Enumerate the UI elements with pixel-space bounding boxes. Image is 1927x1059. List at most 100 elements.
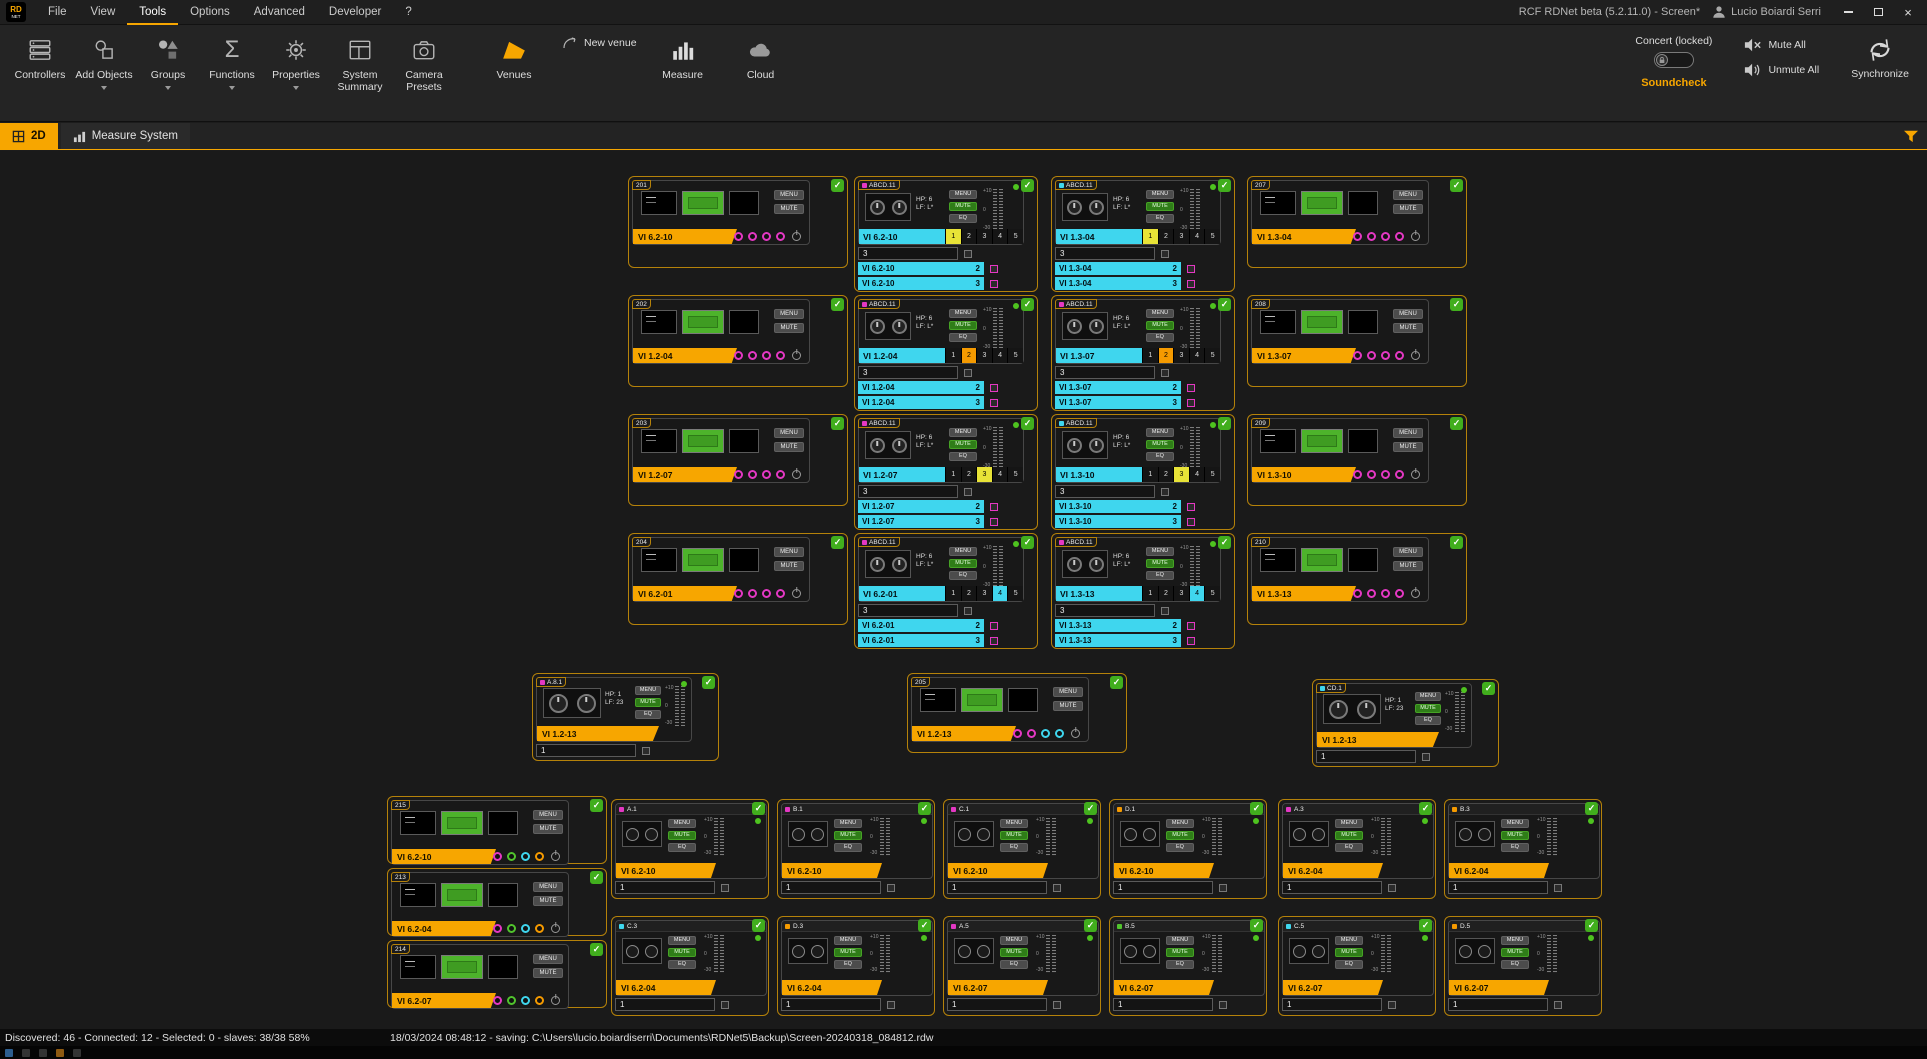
proc-device[interactable]: ABCD.11HP: 6LF: L*MENUMUTEEQ+100-30VI 1.… [858, 418, 1024, 483]
mute-button[interactable]: MUTE [1501, 948, 1529, 957]
device-group[interactable]: 213MENUMUTEVI 6.2-04✓ [387, 868, 607, 936]
amp-device[interactable]: 215MENUMUTEVI 6.2-10 [391, 800, 569, 865]
channel-5[interactable]: 5 [1204, 229, 1220, 244]
mute-button[interactable]: MUTE [635, 698, 661, 707]
mute-button[interactable]: MUTE [668, 948, 696, 957]
sub-channel-row[interactable]: 3 [858, 247, 998, 260]
menu-button[interactable]: MENU [834, 819, 862, 828]
amp-device[interactable]: 204MENUMUTEVI 6.2-01 [632, 537, 810, 602]
channel-1[interactable]: 1 [945, 467, 961, 482]
channel-1[interactable]: 1 [1142, 229, 1158, 244]
taskbar-icon[interactable] [22, 1049, 30, 1057]
lf-knob[interactable] [892, 319, 907, 334]
sub-channel-row[interactable]: 3 [1055, 366, 1195, 379]
device-group[interactable]: ABCD.11HP: 6LF: L*MENUMUTEEQ+100-30VI 6.… [854, 176, 1038, 292]
small-device[interactable]: A.1MENUMUTEEQ+100-30VI 6.2-10 [615, 803, 767, 879]
eq-button[interactable]: EQ [668, 960, 696, 969]
mute-button[interactable]: MUTE [1000, 831, 1028, 840]
eq-button[interactable]: EQ [635, 710, 661, 719]
device-group[interactable]: 203MENUMUTEVI 1.2-07✓ [628, 414, 848, 506]
device-group[interactable]: 204MENUMUTEVI 6.2-01✓ [628, 533, 848, 625]
menu-button[interactable]: MENU [668, 819, 696, 828]
close-button[interactable]: × [1893, 0, 1923, 25]
power-button[interactable] [1411, 232, 1420, 241]
device-group[interactable]: 205MENUMUTEVI 1.2-13✓ [907, 673, 1127, 753]
channel-2[interactable]: 2 [1158, 586, 1174, 601]
amp-device[interactable]: 210MENUMUTEVI 1.3-13 [1251, 537, 1429, 602]
toolbar-functions[interactable]: Σ Functions [200, 25, 264, 90]
sub-channel-row[interactable]: 1 [781, 881, 895, 894]
sub-channel-row[interactable]: 1 [1282, 998, 1396, 1011]
channel-1[interactable]: 1 [945, 348, 961, 363]
knob-device[interactable]: CD.1HP: 1LF: 23MENUMUTEEQ+100-30VI 1.2-1… [1316, 683, 1472, 748]
channel-3[interactable]: 3 [976, 467, 992, 482]
hp-knob[interactable] [1329, 700, 1348, 719]
tab-measure-system[interactable]: Measure System [61, 123, 190, 149]
device-group[interactable]: B.1MENUMUTEEQ+100-30VI 6.2-101✓ [777, 799, 935, 899]
menu-button[interactable]: MENU [949, 190, 977, 199]
sub-channel-row[interactable]: 1 [615, 998, 729, 1011]
menu-button[interactable]: MENU [774, 547, 804, 557]
sub-channel-row[interactable]: 1 [536, 744, 650, 757]
amp-device[interactable]: 201MENUMUTEVI 6.2-10 [632, 180, 810, 245]
channel-4[interactable]: 4 [1189, 467, 1205, 482]
sub-channel-row[interactable]: 3 [858, 485, 998, 498]
proc-device[interactable]: ABCD.11HP: 6LF: L*MENUMUTEEQ+100-30VI 1.… [1055, 299, 1221, 364]
sub-channel-row[interactable]: VI 1.2-073 [858, 515, 998, 528]
mute-button[interactable]: MUTE [1146, 559, 1174, 568]
channel-2[interactable]: 2 [1158, 348, 1174, 363]
taskbar-icon[interactable] [39, 1049, 47, 1057]
toolbar-camera-presets[interactable]: Camera Presets [392, 25, 456, 93]
sub-channel-row[interactable]: 1 [1316, 750, 1430, 763]
mute-button[interactable]: MUTE [1053, 701, 1083, 711]
amp-device[interactable]: 209MENUMUTEVI 1.3-10 [1251, 418, 1429, 483]
toolbar-measure[interactable]: Measure [651, 25, 715, 81]
sub-channel-row[interactable]: VI 1.3-043 [1055, 277, 1195, 290]
channel-4[interactable]: 4 [1189, 348, 1205, 363]
mute-button[interactable]: MUTE [1393, 204, 1423, 214]
mute-button[interactable]: MUTE [949, 202, 977, 211]
channel-4[interactable]: 4 [1189, 586, 1205, 601]
menu-button[interactable]: MENU [834, 936, 862, 945]
menu-button[interactable]: MENU [774, 190, 804, 200]
mute-button[interactable]: MUTE [533, 968, 563, 978]
device-group[interactable]: A.1MENUMUTEEQ+100-30VI 6.2-101✓ [611, 799, 769, 899]
lf-knob[interactable] [1089, 438, 1104, 453]
toolbar-groups[interactable]: Groups [136, 25, 200, 90]
device-group[interactable]: B.3MENUMUTEEQ+100-30VI 6.2-041✓ [1444, 799, 1602, 899]
mute-button[interactable]: MUTE [533, 896, 563, 906]
sub-channel-row[interactable]: 1 [1448, 881, 1562, 894]
amp-device[interactable]: 214MENUMUTEVI 6.2-07 [391, 944, 569, 1009]
menu-options[interactable]: Options [178, 0, 242, 25]
lf-knob[interactable] [1089, 557, 1104, 572]
channel-1[interactable]: 1 [1142, 467, 1158, 482]
channel-3[interactable]: 3 [1173, 586, 1189, 601]
small-device[interactable]: A.3MENUMUTEEQ+100-30VI 6.2-04 [1282, 803, 1434, 879]
menu-button[interactable]: MENU [949, 309, 977, 318]
channel-4[interactable]: 4 [992, 467, 1008, 482]
menu-button[interactable]: MENU [1393, 428, 1423, 438]
menu-button[interactable]: MENU [1501, 936, 1529, 945]
menu-button[interactable]: MENU [533, 882, 563, 892]
mute-button[interactable]: MUTE [1000, 948, 1028, 957]
device-group[interactable]: C.5MENUMUTEEQ+100-30VI 6.2-071✓ [1278, 916, 1436, 1016]
eq-button[interactable]: EQ [1000, 843, 1028, 852]
eq-button[interactable]: EQ [1166, 843, 1194, 852]
menu-button[interactable]: MENU [533, 954, 563, 964]
channel-2[interactable]: 2 [961, 467, 977, 482]
mute-button[interactable]: MUTE [533, 824, 563, 834]
tab-2d[interactable]: 2D [0, 123, 58, 149]
sub-channel-row[interactable]: 3 [1055, 604, 1195, 617]
channel-3[interactable]: 3 [976, 586, 992, 601]
canvas[interactable]: 201MENUMUTEVI 6.2-10✓ABCD.11HP: 6LF: L*M… [0, 151, 1927, 1029]
channel-4[interactable]: 4 [992, 586, 1008, 601]
eq-button[interactable]: EQ [834, 960, 862, 969]
small-device[interactable]: A.5MENUMUTEEQ+100-30VI 6.2-07 [947, 920, 1099, 996]
device-group[interactable]: ABCD.11HP: 6LF: L*MENUMUTEEQ+100-30VI 1.… [1051, 295, 1235, 411]
menu-button[interactable]: MENU [1335, 819, 1363, 828]
soundcheck-label[interactable]: Soundcheck [1641, 77, 1706, 89]
eq-button[interactable]: EQ [949, 571, 977, 580]
sub-channel-row[interactable]: 1 [947, 998, 1061, 1011]
sub-channel-row[interactable]: 1 [1113, 881, 1227, 894]
sub-channel-row[interactable]: VI 1.3-073 [1055, 396, 1195, 409]
